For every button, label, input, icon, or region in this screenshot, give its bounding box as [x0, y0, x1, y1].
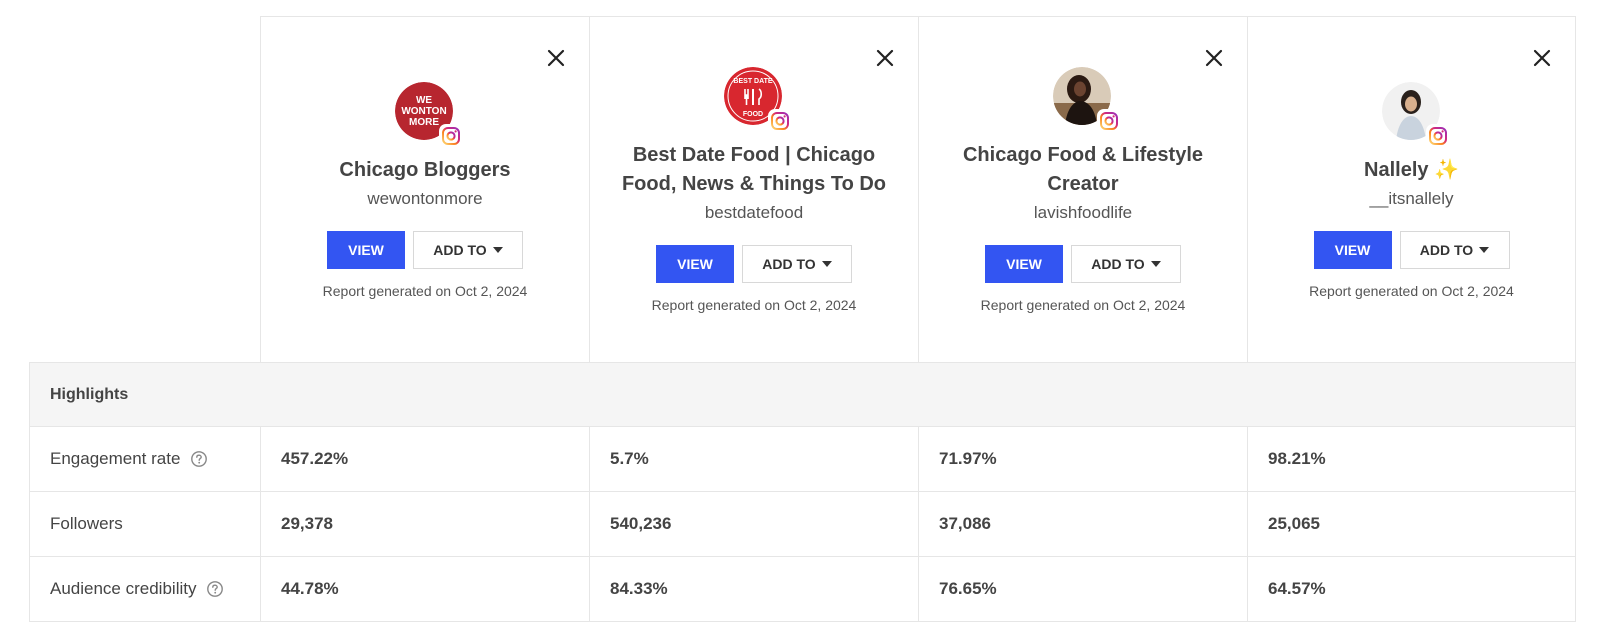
report-date: Report generated on Oct 2, 2024 [1309, 282, 1514, 299]
profile-name: Nallely ✨ [1364, 156, 1459, 185]
row-label: Followers [29, 492, 260, 556]
table-cell: 71.97% [918, 427, 1247, 491]
instagram-icon [439, 123, 463, 148]
profile-handle: wewontonmore [367, 188, 483, 208]
avatar-text-line: BEST DATE [733, 78, 772, 85]
table-cell: 25,065 [1247, 492, 1576, 556]
table-cell: 76.65% [918, 557, 1247, 621]
avatar[interactable] [1053, 67, 1121, 133]
profile-handle: lavishfoodlife [1033, 203, 1133, 222]
table-row-engagement-rate: Engagement rate 457.22% 5.7% 71.97% 98.2… [29, 427, 1576, 492]
view-button[interactable]: VIEW [985, 245, 1063, 283]
table-cell: 540,236 [589, 492, 918, 556]
table-cell: 44.78% [260, 557, 589, 621]
table-row-followers: Followers 29,378 540,236 37,086 25,065 [29, 492, 1576, 557]
profile-cards: WE WONTON MORE Chicago Bloggers wewonton… [260, 16, 1576, 363]
instagram-icon [1097, 109, 1121, 133]
profile-card-2: BEST DATE FOOD Best Date Food | Chicago … [589, 17, 918, 363]
profile-name-text: Nallely [1364, 158, 1429, 181]
row-label-text: Engagement rate [50, 449, 181, 468]
table-cell: 98.21% [1247, 427, 1576, 491]
view-button[interactable]: VIEW [327, 230, 405, 269]
sparkles-icon: ✨ [1434, 158, 1459, 181]
caret-down-icon [821, 261, 832, 267]
report-date: Report generated on Oct 2, 2024 [322, 282, 528, 299]
row-label-text: Followers [50, 514, 123, 533]
add-to-label: ADD TO [762, 256, 816, 272]
table-cell: 5.7% [589, 427, 918, 491]
instagram-icon [1425, 123, 1450, 148]
instagram-icon [768, 109, 792, 133]
close-icon[interactable] [545, 47, 567, 69]
close-icon[interactable] [1203, 47, 1225, 69]
comparison-table: Highlights Engagement rate 457.22% 5.7% … [29, 362, 1576, 622]
profile-actions: VIEW ADD TO [327, 230, 523, 269]
view-button[interactable]: VIEW [1313, 230, 1392, 269]
avatar-text-line: WONTON [401, 106, 446, 117]
profile-actions: VIEW ADD TO [1313, 230, 1510, 269]
compare-profiles-view: WE WONTON MORE Chicago Bloggers wewonton… [0, 0, 1600, 624]
table-cell: 457.22% [260, 427, 589, 491]
caret-down-icon [1479, 246, 1490, 253]
profile-card-1: WE WONTON MORE Chicago Bloggers wewonton… [260, 17, 589, 363]
help-circle-icon[interactable] [206, 580, 224, 598]
add-to-label: ADD TO [433, 241, 487, 258]
profile-actions: VIEW ADD TO [656, 245, 852, 283]
row-label: Audience credibility [29, 557, 260, 621]
add-to-label: ADD TO [1091, 256, 1145, 272]
add-to-button[interactable]: ADD TO [742, 245, 852, 283]
add-to-button[interactable]: ADD TO [413, 230, 523, 269]
profile-handle: bestdatefood [704, 203, 804, 222]
profile-card-3: Chicago Food & Lifestyle Creator lavishf… [918, 17, 1247, 363]
profile-name: Best Date Food | Chicago Food, News & Th… [621, 144, 887, 195]
profile-name: Chicago Food & Lifestyle Creator [962, 144, 1204, 195]
add-to-button[interactable]: ADD TO [1071, 245, 1181, 283]
report-date: Report generated on Oct 2, 2024 [980, 297, 1186, 313]
avatar-text-line: WE [416, 95, 432, 106]
caret-down-icon [492, 246, 503, 253]
add-to-label: ADD TO [1419, 241, 1474, 258]
avatar-text-line: FOOD [743, 111, 763, 118]
report-date: Report generated on Oct 2, 2024 [651, 297, 857, 313]
row-label-text: Audience credibility [50, 579, 197, 598]
add-to-button[interactable]: ADD TO [1399, 230, 1510, 269]
table-cell: 84.33% [589, 557, 918, 621]
avatar[interactable]: BEST DATE FOOD [724, 67, 792, 133]
close-icon[interactable] [874, 47, 896, 69]
close-icon[interactable] [1531, 47, 1553, 69]
profile-name: Chicago Bloggers [339, 158, 511, 181]
section-header-highlights: Highlights [29, 363, 1576, 427]
help-circle-icon[interactable] [190, 450, 208, 468]
table-cell: 64.57% [1247, 557, 1576, 621]
row-label: Engagement rate [29, 427, 260, 491]
avatar-text-line: MORE [409, 117, 439, 128]
avatar[interactable] [1381, 81, 1450, 148]
table-cell: 29,378 [260, 492, 589, 556]
profile-actions: VIEW ADD TO [985, 245, 1181, 283]
profile-handle: __itsnallely [1369, 188, 1454, 208]
profile-card-4: Nallely ✨ __itsnallely VIEW ADD TO Repor… [1247, 17, 1576, 363]
avatar[interactable]: WE WONTON MORE [395, 81, 463, 148]
table-cell: 37,086 [918, 492, 1247, 556]
view-button[interactable]: VIEW [656, 245, 734, 283]
table-row-audience-credibility: Audience credibility 44.78% 84.33% 76.65… [29, 557, 1576, 622]
caret-down-icon [1150, 261, 1161, 267]
